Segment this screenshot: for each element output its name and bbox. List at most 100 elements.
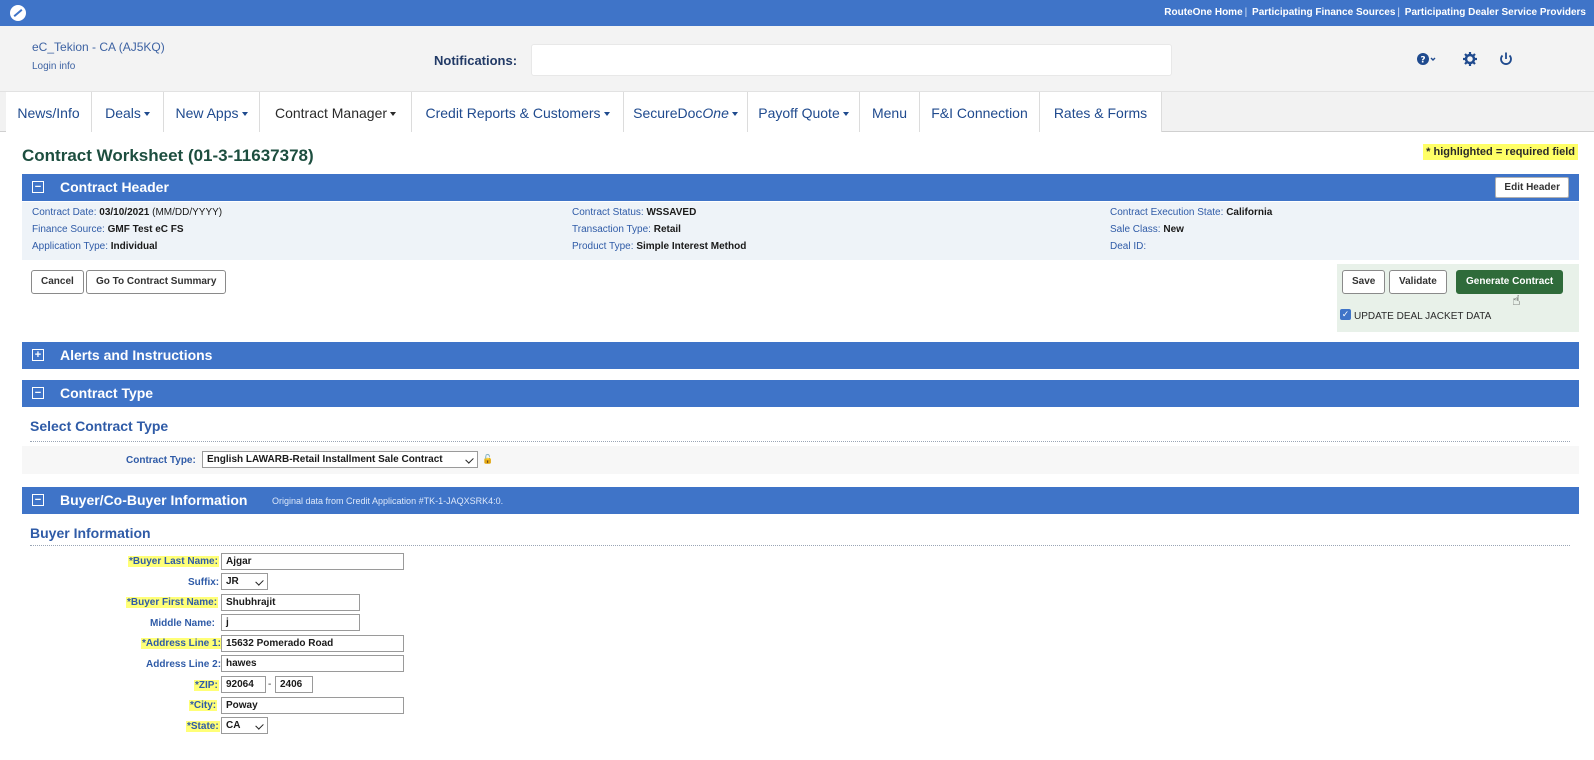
zip-input[interactable]: 92064 [221, 676, 266, 693]
address-line-2-label: Address Line 2: [146, 659, 222, 670]
participating-finance-sources-link[interactable]: Participating Finance Sources [1252, 7, 1395, 18]
contract-header-bar[interactable]: − Contract Header Edit Header [22, 174, 1579, 201]
buyer-last-name-label: *Buyer Last Name: [128, 556, 219, 567]
kv-value: Individual [110, 241, 158, 252]
finance-source: Finance Source: GMF Test eC FS [32, 224, 184, 235]
tab-menu[interactable]: Menu [860, 92, 920, 132]
go-to-contract-summary-button[interactable]: Go To Contract Summary [86, 270, 227, 294]
address-line-2-input[interactable]: hawes [221, 655, 404, 672]
main-nav: News/Info Deals New Apps Contract Manage… [0, 92, 1594, 132]
caret-down-icon [390, 112, 397, 117]
tab-label: Payoff Quote [758, 105, 840, 121]
address-line-1-label: *Address Line 1: [141, 638, 222, 649]
tab-label: Menu [871, 105, 908, 121]
page-title: Contract Worksheet (01-3-11637378) [22, 146, 314, 165]
zip-label: *ZIP: [194, 680, 219, 691]
participating-dealer-service-providers-link[interactable]: Participating Dealer Service Providers [1405, 7, 1586, 18]
tab-label: Contract Manager [274, 105, 388, 121]
kv-value: New [1163, 224, 1184, 235]
chevron-down-icon [465, 455, 474, 464]
top-links: RouteOne Home | Participating Finance Sou… [1164, 7, 1586, 18]
help-icon[interactable]: ? [1414, 48, 1436, 70]
kv-label: Application Type: [32, 241, 108, 252]
expand-icon[interactable]: + [32, 349, 44, 361]
header: eC_Tekion - CA (AJ5KQ) Login info Notifi… [0, 26, 1594, 92]
buyer-cobuyer-bar[interactable]: − Buyer/Co-Buyer Information Original da… [22, 487, 1579, 514]
collapse-icon[interactable]: − [32, 387, 44, 399]
contract-date: Contract Date: 03/10/2021 (MM/DD/YYYY) [32, 207, 222, 218]
notifications-box[interactable] [531, 44, 1172, 76]
buyer-first-name-input[interactable]: Shubhrajit [221, 594, 360, 611]
transaction-type: Transaction Type: Retail [572, 224, 681, 235]
tab-label: Rates & Forms [1053, 105, 1148, 121]
city-label: *City: [189, 700, 218, 711]
middle-name-label: Middle Name: [150, 618, 216, 629]
caret-down-icon [731, 112, 738, 117]
validate-button[interactable]: Validate [1389, 270, 1447, 294]
suffix-label: Suffix: [188, 577, 220, 588]
contract-type-select[interactable]: English LAWARB-Retail Installment Sale C… [202, 451, 478, 468]
gear-icon[interactable] [1459, 48, 1481, 70]
product-type: Product Type: Simple Interest Method [572, 241, 746, 252]
tab-label: F&I Connection [931, 105, 1028, 121]
tab-credit-reports-customers[interactable]: Credit Reports & Customers [412, 92, 624, 132]
kv-label: Finance Source: [32, 224, 105, 235]
tab-label: News/Info [17, 105, 80, 121]
login-info-link[interactable]: Login info [32, 61, 75, 72]
save-button[interactable]: Save [1342, 270, 1386, 294]
required-field-note: * highlighted = required field [1423, 144, 1578, 160]
divider [30, 545, 1570, 546]
contract-header-body: Contract Date: 03/10/2021 (MM/DD/YYYY) F… [22, 202, 1579, 260]
link-separator: | [1244, 7, 1248, 18]
kv-hint: (MM/DD/YYYY) [152, 207, 223, 218]
tab-securedocone[interactable]: SecureDocOne [624, 92, 748, 132]
power-icon[interactable] [1495, 48, 1517, 70]
alerts-instructions-bar[interactable]: + Alerts and Instructions [22, 342, 1579, 369]
tab-rates-forms[interactable]: Rates & Forms [1040, 92, 1162, 132]
select-value: CA [226, 720, 241, 731]
address-line-1-input[interactable]: 15632 Pomerado Road [221, 635, 404, 652]
cancel-button[interactable]: Cancel [31, 270, 84, 294]
update-deal-jacket-checkbox[interactable]: ✓ [1340, 309, 1351, 320]
buyer-last-name-input[interactable]: Ajgar [221, 553, 404, 570]
buyer-first-name-label: *Buyer First Name: [126, 597, 219, 608]
caret-down-icon [842, 112, 849, 117]
top-bar: RouteOne Home | Participating Finance Sou… [0, 0, 1594, 26]
hand-pointer-icon: ☝ [1512, 292, 1521, 308]
deal-id: Deal ID: [1110, 241, 1146, 252]
caret-down-icon [241, 112, 248, 117]
suffix-select[interactable]: JR [221, 573, 268, 590]
collapse-icon[interactable]: − [32, 494, 44, 506]
edit-header-button[interactable]: Edit Header [1495, 177, 1569, 198]
tab-deals[interactable]: Deals [92, 92, 164, 132]
kv-label: Contract Date: [32, 207, 97, 218]
section-title: Buyer/Co-Buyer Information [60, 492, 248, 508]
tab-news-info[interactable]: News/Info [6, 92, 92, 132]
routeone-home-link[interactable]: RouteOne Home [1164, 7, 1242, 18]
collapse-icon[interactable]: − [32, 181, 44, 193]
city-input[interactable]: Poway [221, 697, 404, 714]
section-title: Contract Type [60, 385, 154, 401]
state-select[interactable]: CA [221, 717, 268, 734]
middle-name-input[interactable]: j [221, 614, 360, 631]
kv-label: Deal ID: [1110, 241, 1147, 252]
generate-contract-button[interactable]: Generate Contract [1456, 270, 1564, 294]
routeone-logo-icon [10, 5, 26, 21]
kv-value: WSSAVED [646, 207, 697, 218]
kv-value: California [1226, 207, 1273, 218]
zip-extension-input[interactable]: 2406 [275, 676, 313, 693]
kv-label: Transaction Type: [572, 224, 651, 235]
section-title: Contract Header [60, 179, 169, 195]
tab-contract-manager[interactable]: Contract Manager [260, 92, 412, 132]
buyer-information-heading: Buyer Information [30, 525, 151, 541]
contract-type-bar[interactable]: − Contract Type [22, 380, 1579, 407]
select-value: English LAWARB-Retail Installment Sale C… [207, 454, 443, 465]
kv-value: Simple Interest Method [636, 241, 747, 252]
tab-label-italic: One [702, 105, 729, 121]
lock-icon[interactable]: 🔓 [482, 454, 493, 465]
tab-fi-connection[interactable]: F&I Connection [920, 92, 1040, 132]
tab-payoff-quote[interactable]: Payoff Quote [748, 92, 860, 132]
tab-label: SecureDoc [633, 105, 703, 121]
svg-text:?: ? [1420, 56, 1425, 66]
tab-new-apps[interactable]: New Apps [164, 92, 260, 132]
